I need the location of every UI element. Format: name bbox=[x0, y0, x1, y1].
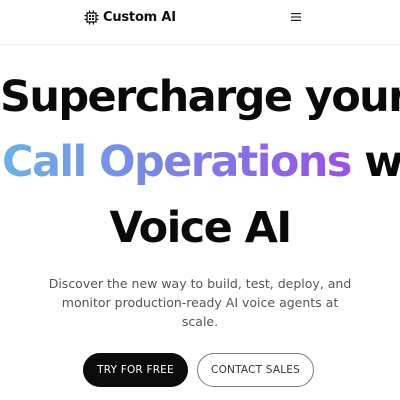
chip-grid-icon bbox=[84, 10, 99, 24]
subtitle-line: scale. bbox=[181, 314, 219, 329]
hero-subtitle: Discover the new way to build, test, dep… bbox=[40, 274, 360, 331]
headline-gradient-text: Call Operations bbox=[2, 137, 352, 187]
hamburger-menu-icon bbox=[291, 13, 301, 21]
headline-line-2: Call Operations with bbox=[2, 141, 400, 184]
subtitle-line: Discover the new way to build, test, dep… bbox=[48, 276, 352, 291]
contact-sales-button[interactable]: CONTACT SALES bbox=[197, 353, 314, 387]
menu-button[interactable] bbox=[288, 9, 304, 25]
top-navbar: Custom AI bbox=[0, 0, 400, 45]
try-for-free-button[interactable]: TRY FOR FREE bbox=[83, 353, 188, 387]
headline-line-2-rest: with bbox=[364, 137, 400, 187]
brand-link[interactable]: Custom AI bbox=[84, 8, 176, 26]
landing-page: Custom AI Supercharge your Call Operatio… bbox=[0, 0, 400, 400]
headline-line-1: Supercharge your bbox=[0, 72, 400, 122]
headline-line-3: Voice AI bbox=[109, 203, 292, 253]
brand-name: Custom AI bbox=[103, 9, 176, 25]
subtitle-line: monitor production-ready AI voice agents… bbox=[61, 295, 339, 310]
